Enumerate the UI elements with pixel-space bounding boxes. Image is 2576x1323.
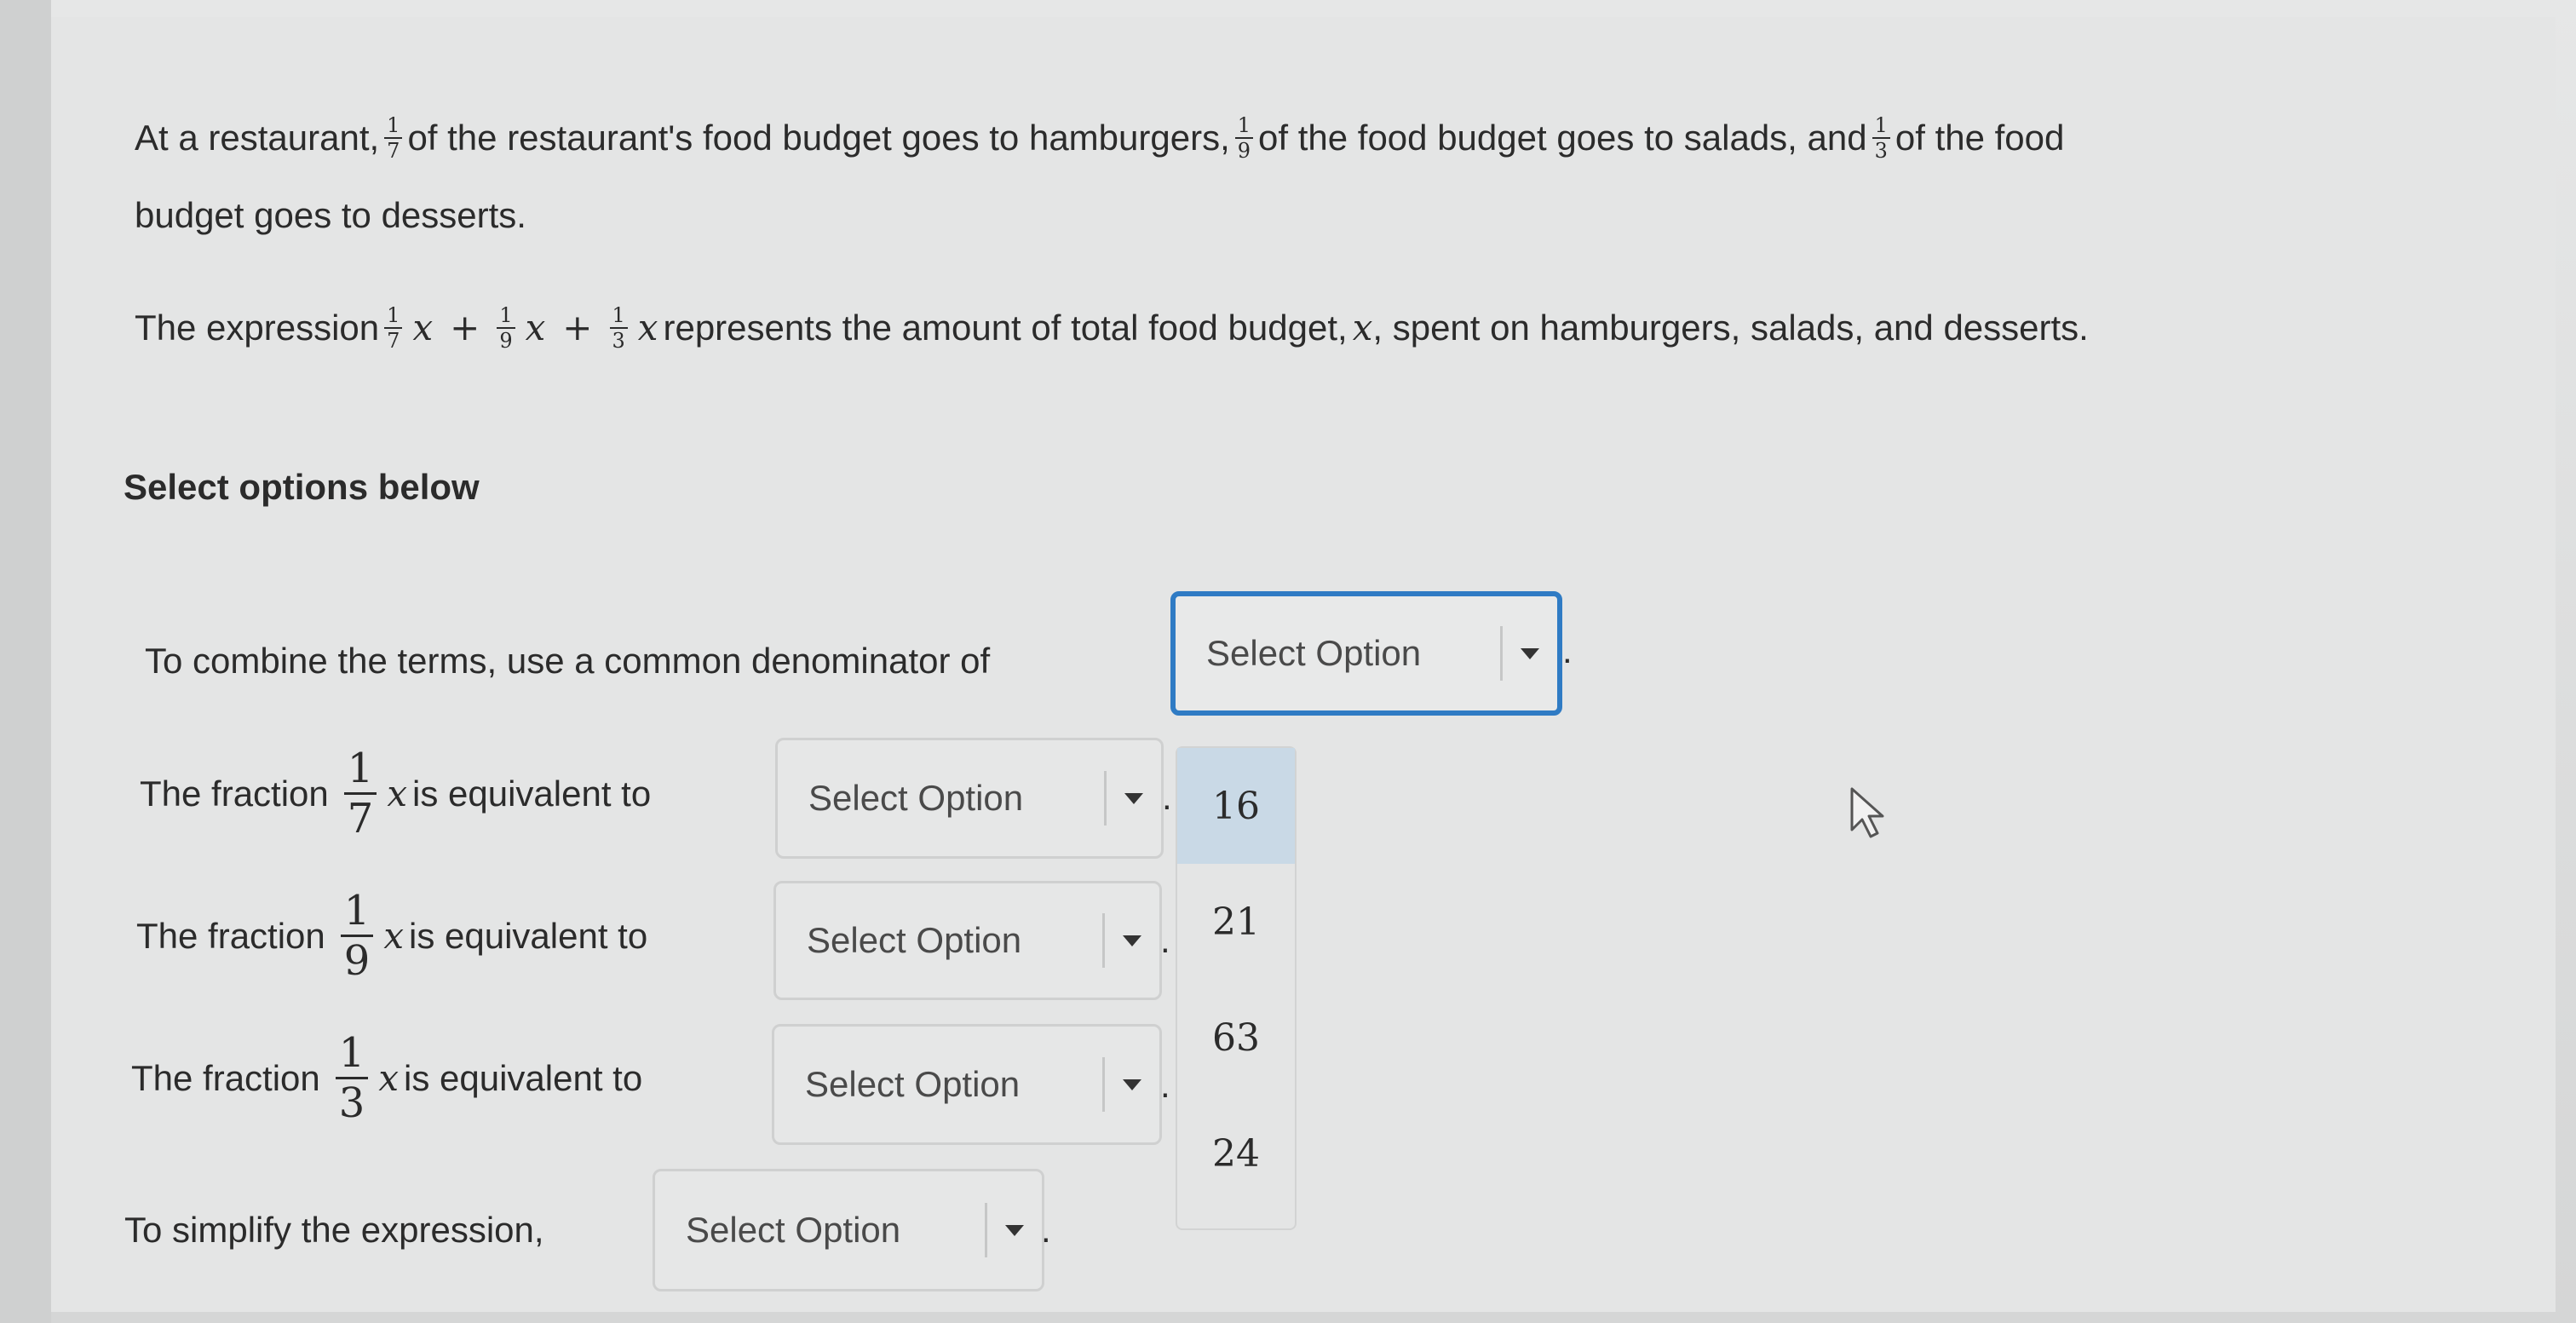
period: . <box>1562 630 1573 670</box>
period: . <box>1160 1065 1170 1105</box>
question-text-d: of the food <box>1895 118 2065 158</box>
row-text-prefix: The fraction <box>136 915 325 956</box>
expression-text-b: represents the amount of total food budg… <box>663 308 1348 348</box>
common-denominator-select[interactable]: Select Option <box>1170 591 1562 716</box>
caret-down-icon <box>1105 1079 1159 1090</box>
one-third-equivalent-select[interactable]: Select Option <box>772 1024 1162 1145</box>
row-text-middle: is equivalent to <box>404 1057 643 1098</box>
select-label: Select Option <box>805 1064 1021 1104</box>
row-text-middle: is equivalent to <box>409 915 648 956</box>
row-simplify-text: To simplify the expression, <box>124 1210 544 1250</box>
var-x: x <box>637 307 658 348</box>
question-text-c: of the food budget goes to salads, and <box>1258 118 1867 158</box>
var-x: x <box>1352 307 1373 348</box>
select-label: Select Option <box>686 1210 901 1250</box>
row-one-third-label: The fraction 13 x is equivalent to <box>131 1033 642 1124</box>
one-ninth-equivalent-select[interactable]: Select Option <box>773 881 1162 1000</box>
section-heading: Select options below <box>124 467 480 507</box>
expression-text-a: The expression <box>135 308 380 348</box>
dropdown-option[interactable]: 24 <box>1177 1096 1295 1211</box>
dropdown-option[interactable]: 63 <box>1177 980 1295 1096</box>
row-one-ninth-label: The fraction 19 x is equivalent to <box>136 890 647 981</box>
mouse-cursor-icon <box>1849 785 1896 846</box>
select-label: Select Option <box>807 920 1022 960</box>
fraction-one-seventh-large: 17 <box>343 748 377 839</box>
question-line-1: At a restaurant, 17 of the restaurant's … <box>135 115 2064 161</box>
period: . <box>1162 777 1172 817</box>
expr-fraction-1: 17 <box>384 305 403 351</box>
question-text-line2: budget goes to desserts. <box>135 195 526 235</box>
left-edge-strip <box>0 0 51 1323</box>
plus-sign: + <box>562 307 593 348</box>
question-text-b: of the restaurant's food budget goes to … <box>407 118 1230 158</box>
fraction-one-third-large: 13 <box>335 1033 369 1124</box>
row-denominator-label: To combine the terms, use a common denom… <box>145 641 990 682</box>
fraction-one-ninth-large: 19 <box>340 890 374 981</box>
one-seventh-equivalent-select[interactable]: Select Option <box>775 738 1164 859</box>
row-text-prefix: The fraction <box>131 1057 320 1098</box>
plus-sign: + <box>450 307 480 348</box>
row-text-middle: is equivalent to <box>412 773 652 814</box>
expr-fraction-3: 13 <box>609 305 628 351</box>
var-x: x <box>378 1057 400 1099</box>
caret-down-icon <box>1503 647 1557 659</box>
fraction-one-seventh: 17 <box>384 115 403 161</box>
dropdown-options-list: 16 21 63 24 <box>1176 746 1297 1230</box>
dropdown-option[interactable]: 16 <box>1177 748 1295 864</box>
fraction-one-ninth: 19 <box>1234 115 1254 161</box>
expression-text-c: , spent on hamburgers, salads, and desse… <box>1372 308 2089 348</box>
fraction-one-third: 13 <box>1872 115 1890 161</box>
row-simplify-label: To simplify the expression, <box>124 1210 544 1251</box>
row-text-prefix: The fraction <box>140 773 329 814</box>
var-x: x <box>525 307 546 348</box>
row-denominator-text: To combine the terms, use a common denom… <box>145 641 991 681</box>
select-label: Select Option <box>808 778 1024 818</box>
row-one-seventh-label: The fraction 17 x is equivalent to <box>140 748 651 839</box>
var-x: x <box>383 915 405 957</box>
dropdown-option[interactable]: 21 <box>1177 864 1295 980</box>
simplify-select[interactable]: Select Option <box>653 1169 1044 1291</box>
period: . <box>1160 920 1170 960</box>
expr-fraction-2: 19 <box>497 305 515 351</box>
question-text-a: At a restaurant, <box>135 118 380 158</box>
select-label: Select Option <box>1206 633 1422 673</box>
period: . <box>1041 1210 1051 1250</box>
expression-line: The expression 17x + 19x + 13x represent… <box>135 305 2089 351</box>
var-x: x <box>412 307 434 348</box>
caret-down-icon <box>1105 935 1159 946</box>
caret-down-icon <box>987 1224 1042 1236</box>
caret-down-icon <box>1107 792 1161 804</box>
question-line-2: budget goes to desserts. <box>135 198 526 233</box>
var-x: x <box>387 773 408 814</box>
